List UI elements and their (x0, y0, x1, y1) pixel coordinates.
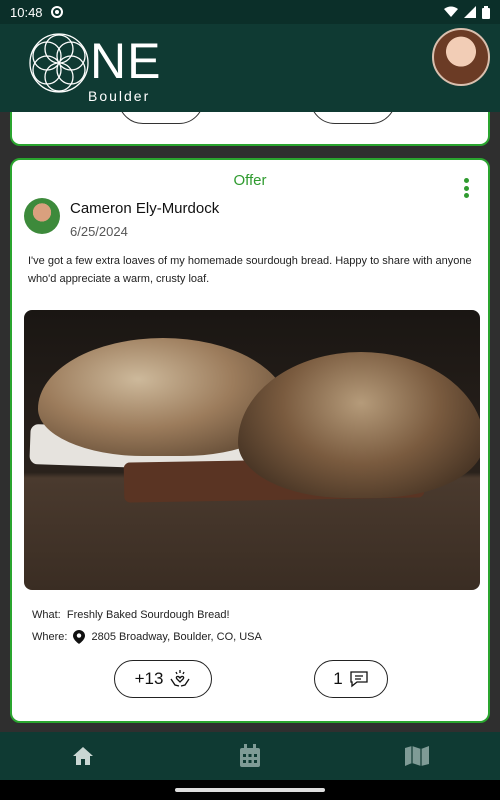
appreciate-button[interactable]: +13 (114, 660, 212, 698)
more-vert-icon[interactable] (464, 178, 470, 198)
logo-subtitle: Boulder (88, 88, 151, 104)
wifi-icon (444, 6, 458, 17)
nav-map[interactable] (333, 732, 500, 780)
what-label: What: (32, 609, 61, 621)
where-value[interactable]: 2805 Broadway, Boulder, CO, USA (91, 631, 261, 643)
photo-loaf-right (238, 352, 480, 498)
previous-post-card (10, 112, 490, 146)
detail-what: What: Freshly Baked Sourdough Bread! (32, 609, 230, 621)
nav-home[interactable] (0, 732, 167, 780)
comment-button[interactable]: 1 (314, 660, 388, 698)
post-body: I've got a few extra loaves of my homema… (28, 255, 472, 285)
location-pin-icon (73, 630, 86, 644)
appreciation-count: +13 (134, 669, 164, 688)
profile-avatar[interactable] (432, 28, 490, 86)
author-avatar[interactable] (24, 198, 60, 234)
post-image[interactable] (24, 310, 480, 590)
status-time: 10:48 (10, 4, 43, 20)
map-icon (404, 746, 429, 766)
what-value: Freshly Baked Sourdough Bread! (66, 609, 230, 621)
author-name[interactable]: Cameron Ely-Murdock (70, 200, 219, 217)
hands-heart-icon (170, 670, 190, 687)
detail-where: Where: 2805 Broadway, Boulder, CO, USA (32, 630, 262, 644)
home-icon (73, 747, 94, 765)
feed[interactable]: Offer Cameron Ely-Murdock 6/25/2024 I've… (0, 112, 500, 732)
logo-mandala-icon (29, 33, 89, 93)
post-date: 6/25/2024 (70, 224, 128, 239)
where-label: Where: (32, 631, 68, 643)
app-logo[interactable]: NE Boulder (28, 30, 168, 108)
previous-appreciate-button[interactable] (118, 112, 204, 124)
comment-icon (350, 671, 368, 688)
system-gesture-bar (0, 780, 500, 800)
previous-comment-button[interactable] (310, 112, 396, 124)
gesture-handle[interactable] (175, 788, 325, 792)
app-header: NE Boulder (0, 24, 500, 112)
post-category: Offer (233, 172, 267, 189)
calendar-icon (240, 744, 260, 767)
signal-icon (464, 6, 476, 18)
comment-count: 1 (333, 669, 343, 688)
logo-word: NE (90, 33, 162, 89)
status-bar: 10:48 (0, 0, 500, 24)
bottom-nav (0, 732, 500, 780)
nav-calendar[interactable] (167, 732, 334, 780)
battery-icon (482, 5, 490, 19)
post-card: Offer Cameron Ely-Murdock 6/25/2024 I've… (10, 158, 490, 723)
media-icon (50, 6, 63, 18)
